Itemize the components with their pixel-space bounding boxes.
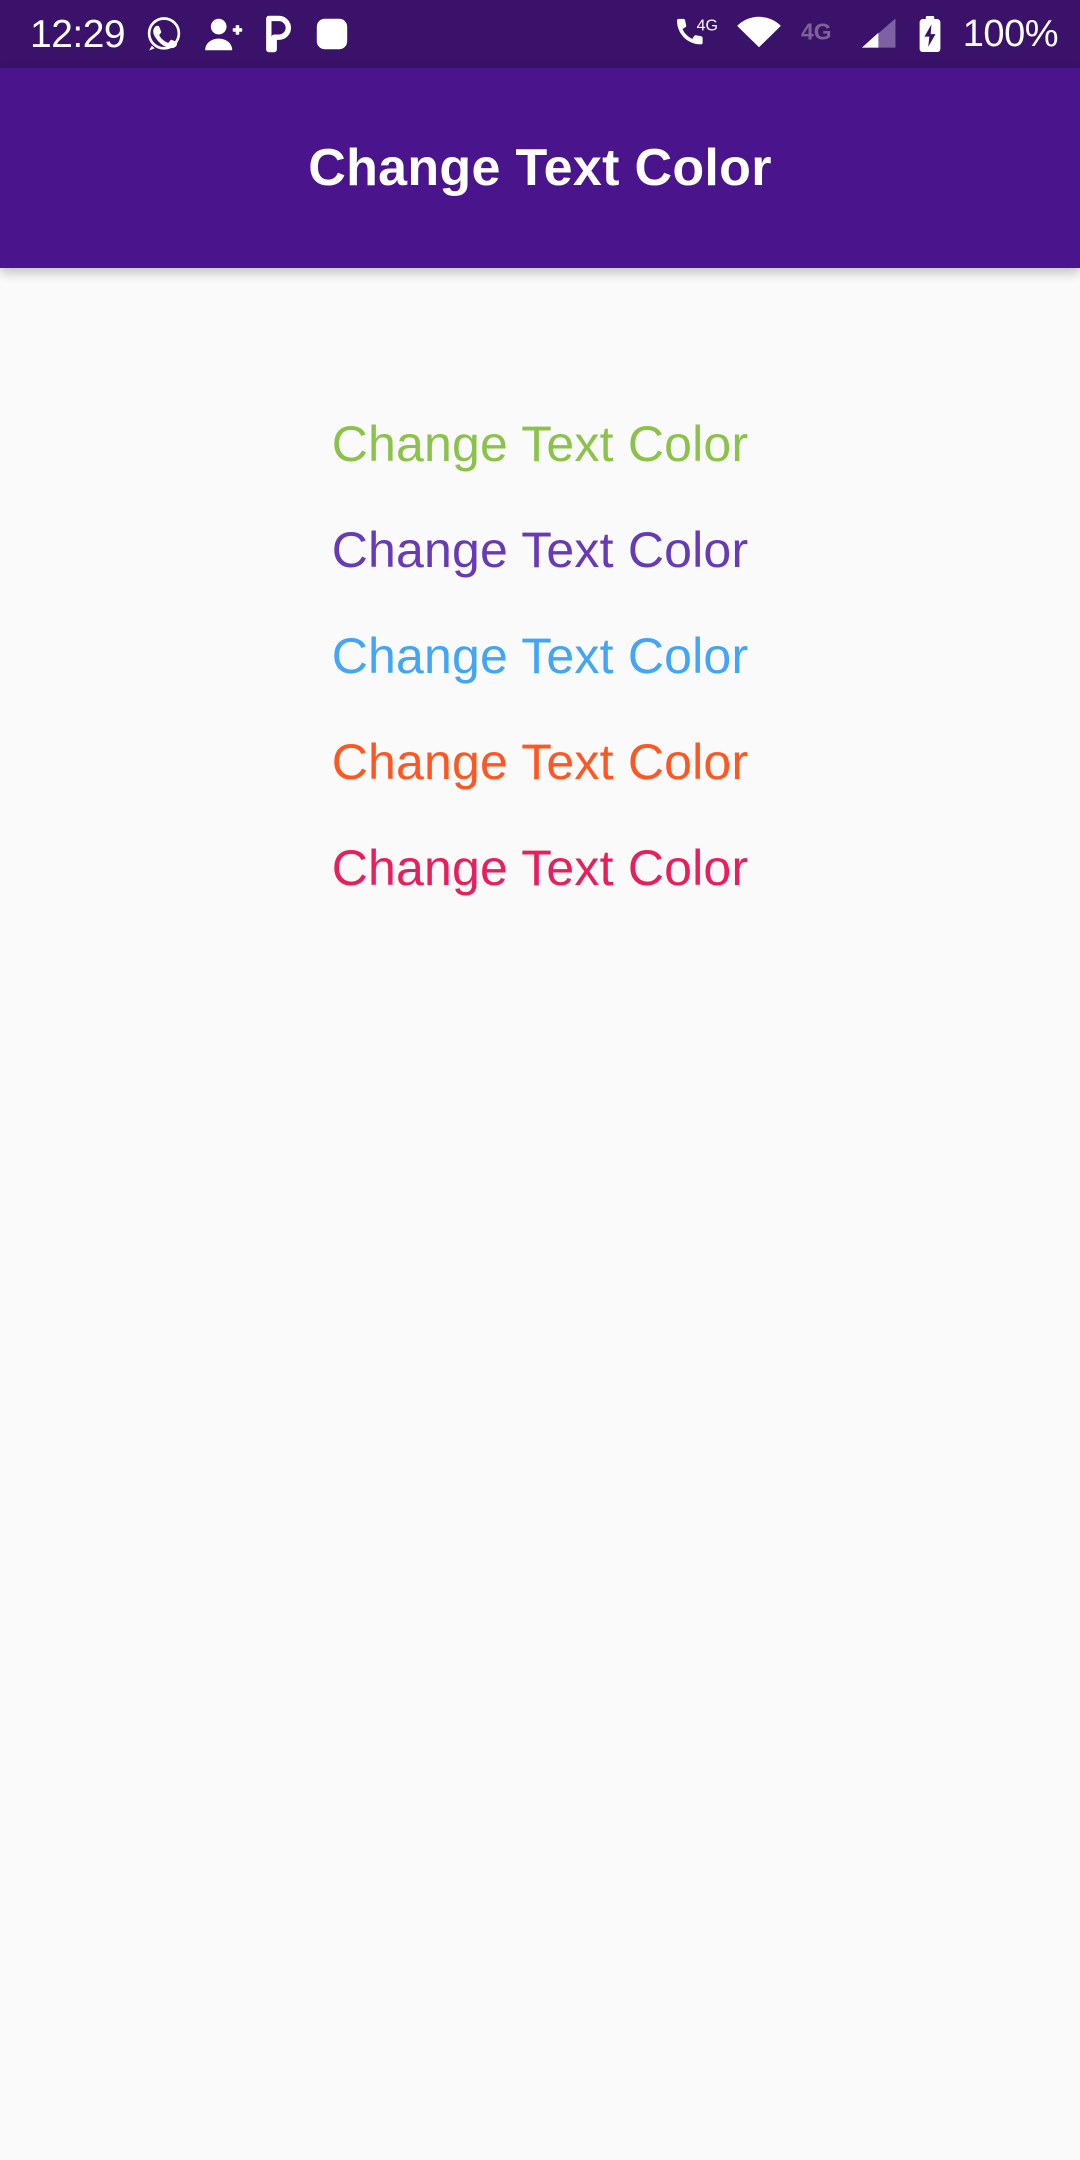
signal-bars-icon — [857, 15, 901, 53]
whatsapp-icon — [145, 15, 183, 53]
wifi-icon — [735, 15, 783, 53]
status-bar-left-group: 12:29 — [30, 15, 351, 54]
volte-4g-call-icon: 4G — [673, 15, 719, 53]
svg-text:4G: 4G — [696, 17, 717, 34]
battery-charging-icon — [917, 14, 943, 54]
phone-screen: 12:29 4G 4G 100% Change Text Color Chang… — [0, 0, 1080, 2160]
app-bar: Change Text Color — [0, 68, 1080, 268]
color-text-line-1: Change Text Color — [331, 416, 749, 472]
color-text-line-4: Change Text Color — [331, 734, 749, 790]
app-bar-title: Change Text Color — [308, 139, 772, 197]
color-text-line-3: Change Text Color — [331, 628, 749, 684]
status-bar-right-group: 4G 4G 100% — [673, 12, 1059, 56]
color-text-line-2: Change Text Color — [331, 522, 749, 578]
rounded-square-icon — [313, 15, 351, 53]
letter-p-icon — [263, 15, 293, 53]
color-text-line-5: Change Text Color — [331, 840, 749, 896]
mobile-data-4g-icon: 4G — [799, 15, 841, 53]
svg-text:4G: 4G — [801, 19, 832, 45]
add-person-icon — [203, 15, 243, 53]
battery-percent-label: 100% — [962, 12, 1059, 55]
status-bar-clock: 12:29 — [30, 12, 126, 56]
status-bar: 12:29 4G 4G 100% — [0, 0, 1080, 68]
main-content: Change Text Color Change Text Color Chan… — [0, 268, 1080, 2160]
